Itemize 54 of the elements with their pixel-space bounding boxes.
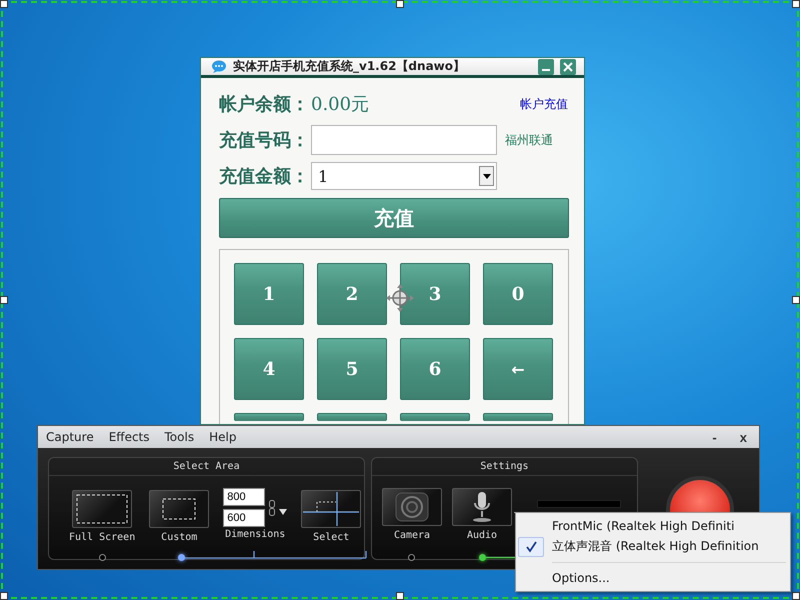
menu-item[interactable]: Options... [518, 568, 788, 589]
resize-handle[interactable] [792, 0, 800, 8]
chat-bubble-icon [211, 60, 227, 74]
crosshair-icon [303, 492, 360, 526]
resize-handle[interactable] [0, 296, 8, 304]
keypad-key[interactable]: 5 [317, 338, 387, 400]
dimensions-label: Dimensions [225, 529, 286, 540]
menu-item[interactable]: Capture [46, 430, 94, 444]
balance-value: 0.00元 [311, 93, 370, 116]
keypad-key[interactable]: 6 [400, 338, 470, 400]
account-topup-link[interactable]: 帐户充值 [520, 96, 568, 112]
dashed-rectangle-icon [76, 494, 128, 524]
resize-handle[interactable] [396, 592, 404, 600]
menu-item[interactable]: Effects [108, 430, 150, 444]
width-field[interactable]: 800 [223, 488, 266, 506]
phone-number-field[interactable] [311, 125, 497, 155]
minimize-button[interactable] [538, 58, 554, 74]
keypad-key[interactable]: 4 [234, 338, 304, 400]
keypad-key[interactable]: 2 [317, 263, 387, 325]
minimize-button[interactable]: - [708, 430, 721, 444]
close-icon [563, 62, 573, 72]
camera-lens-icon [395, 492, 429, 522]
resize-handle[interactable] [0, 0, 8, 8]
balance-label: 帐户余额： [219, 93, 309, 116]
resize-handle[interactable] [792, 296, 800, 304]
check-icon [525, 540, 537, 553]
close-button[interactable]: x [736, 430, 751, 444]
resize-handle[interactable] [0, 592, 8, 600]
carrier-label: 福州联通 [505, 132, 553, 148]
height-field[interactable]: 600 [223, 509, 266, 527]
recharge-button[interactable]: 充值 [219, 198, 569, 238]
phone-number-label: 充值号码： [219, 129, 309, 152]
backspace-key[interactable]: ← [483, 338, 553, 400]
amount-label: 充值金额： [219, 165, 309, 188]
resize-handle[interactable] [792, 592, 800, 600]
amount-dropdown[interactable]: 1 [311, 162, 497, 190]
chain-link-icon [269, 500, 276, 516]
minus-icon [542, 68, 550, 70]
menu-item[interactable]: Tools [164, 430, 194, 444]
keypad-key[interactable]: 3 [400, 263, 470, 325]
dashed-rectangle-icon [162, 498, 196, 520]
move-cursor-icon [386, 284, 414, 312]
dropdown-arrow-icon[interactable] [279, 508, 288, 514]
menu-item[interactable]: Help [209, 430, 236, 444]
menu-item[interactable]: FrontMic (Realtek High Definiti [518, 515, 788, 536]
close-button[interactable] [560, 58, 576, 74]
resize-handle[interactable] [396, 0, 404, 8]
keypad-key[interactable]: 0 [483, 263, 553, 325]
menu-item[interactable]: 立体声混音 (Realtek High Definition [518, 536, 788, 558]
microphone-icon [470, 491, 494, 523]
keypad-key[interactable]: 1 [234, 263, 304, 325]
window-title: 实体开店手机充值系统_v1.62【dnawo】 [233, 58, 466, 75]
panel-title: Select Area [49, 458, 364, 476]
panel-title: Settings [372, 458, 637, 476]
